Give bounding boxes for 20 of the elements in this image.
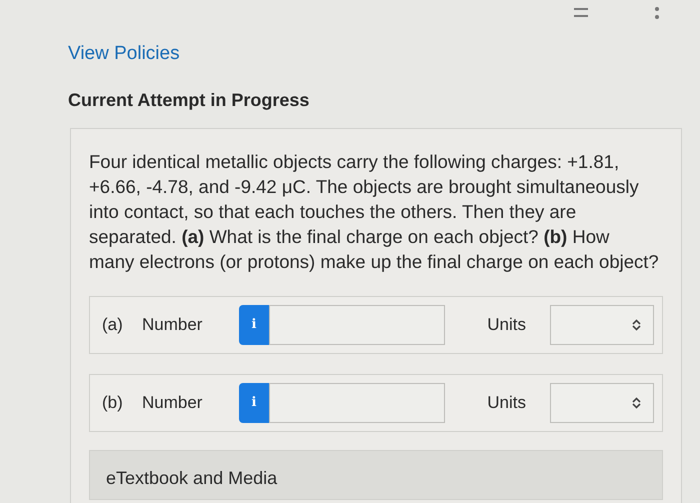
units-label: Units: [487, 392, 526, 414]
number-input-field[interactable]: [269, 304, 445, 344]
section-heading: Current Attempt in Progress: [67, 88, 310, 112]
part-label: (a): [102, 314, 124, 336]
chevron-up-down-icon: [632, 396, 641, 408]
info-button[interactable]: i: [239, 382, 269, 422]
info-button[interactable]: i: [239, 304, 269, 344]
chevron-up-down-icon: [632, 318, 641, 330]
more-vertical-icon[interactable]: [654, 6, 660, 20]
resources-title: eTextbook and Media: [106, 468, 278, 488]
part-label: (b): [102, 392, 124, 414]
number-label: Number: [142, 392, 204, 414]
units-select[interactable]: [550, 382, 654, 422]
view-policies-link[interactable]: View Policies: [68, 43, 180, 64]
units-select[interactable]: [550, 304, 654, 344]
units-label: Units: [487, 314, 526, 336]
resources-bar[interactable]: eTextbook and Media: [89, 450, 663, 500]
number-input-field[interactable]: [269, 382, 445, 422]
question-text: Four identical metallic objects carry the following charges: +1.81, +6.66, -4.78, and -9.42 μC. The objects are brought simultaneously into contact, so that each touches the others. Then they are separated. (a) What is the final charge on each object? (b) How many electrons (or protons) make up the final charge on each object?: [89, 150, 659, 274]
number-label: Number: [142, 314, 204, 336]
